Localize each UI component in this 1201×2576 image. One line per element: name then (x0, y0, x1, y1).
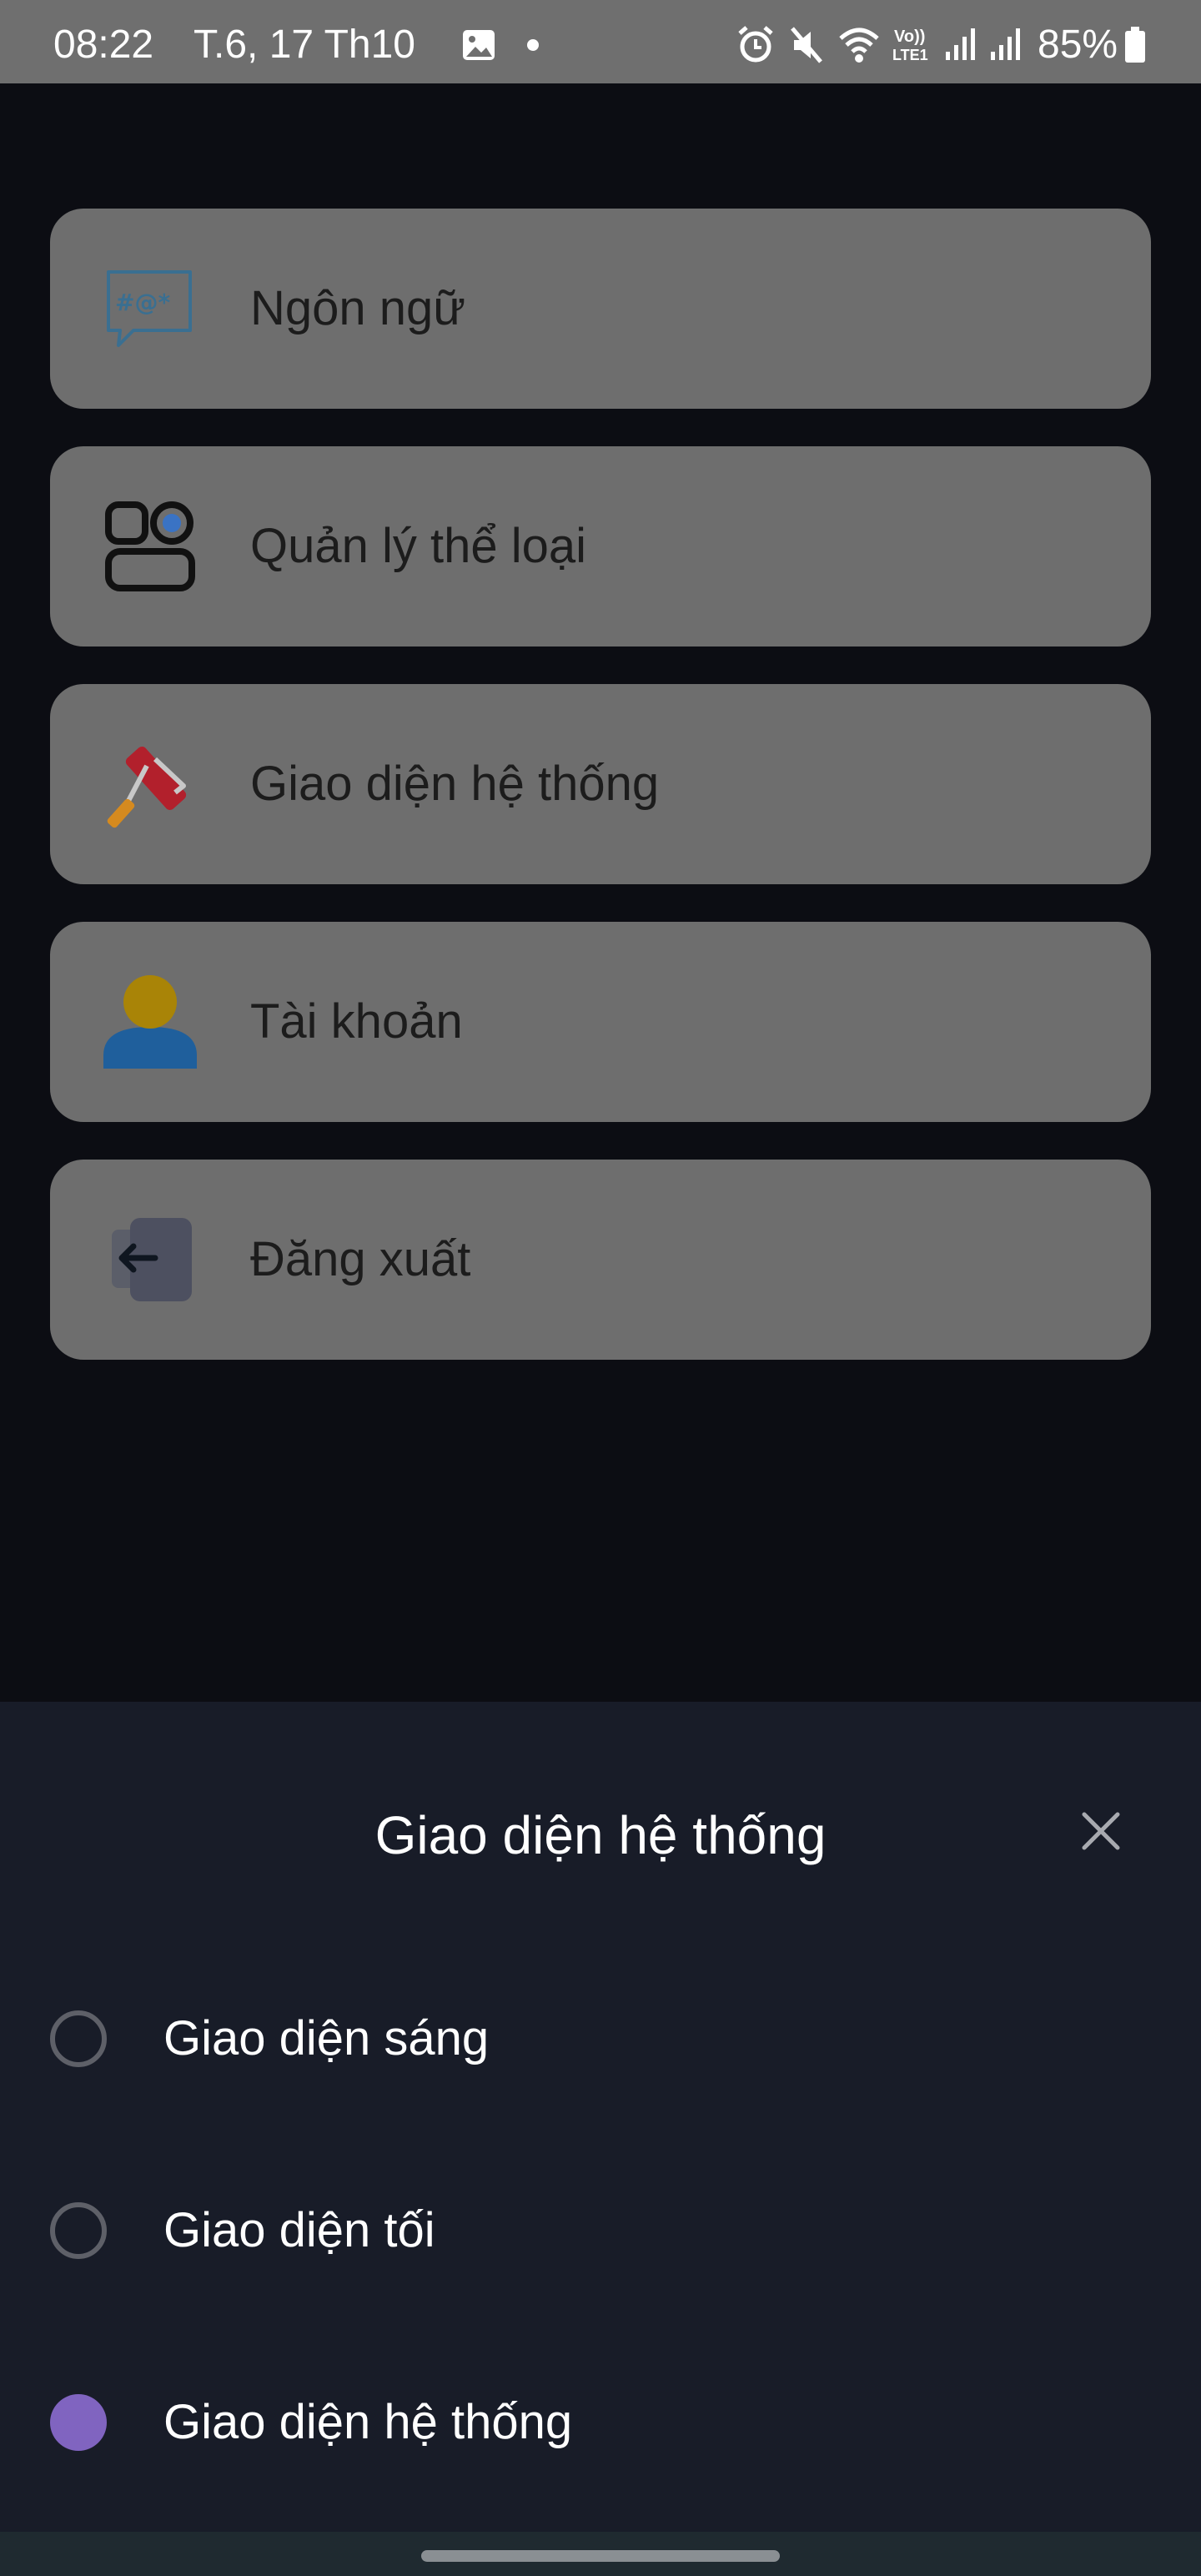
paint-roller-icon (107, 746, 187, 828)
volte-icon: Vo)) LTE1 (892, 28, 928, 63)
svg-text:#@*: #@* (115, 289, 170, 316)
option-label: Giao diện tối (163, 2203, 435, 2257)
menu-item-label: Giao diện hệ thống (250, 757, 660, 811)
language-chat-icon: #@* (107, 270, 192, 347)
dot-icon (527, 39, 539, 51)
theme-option-system[interactable]: Giao diện hệ thống (0, 2361, 1201, 2494)
svg-text:LTE1: LTE1 (892, 47, 928, 63)
theme-option-light[interactable]: Giao diện sáng (0, 1977, 1201, 2111)
menu-item-logout[interactable]: Đăng xuất (50, 1160, 1151, 1360)
option-label: Giao diện sáng (163, 2011, 490, 2065)
status-bar: 08:22 T.6, 17 Th10 Vo)) LTE1 85% (0, 0, 1201, 83)
gallery-icon (463, 30, 495, 60)
close-icon[interactable] (1076, 1806, 1126, 1856)
category-toggle-icon (105, 501, 195, 591)
logout-icon (112, 1218, 192, 1301)
alarm-icon (738, 26, 773, 63)
menu-item-theme[interactable]: Giao diện hệ thống (50, 684, 1151, 884)
battery-icon (1125, 27, 1145, 63)
option-label: Giao diện hệ thống (163, 2395, 573, 2449)
menu-item-category[interactable]: Quản lý thể loại (50, 446, 1151, 647)
wifi-icon (839, 28, 879, 63)
menu-item-account[interactable]: Tài khoản (50, 922, 1151, 1122)
svg-text:Vo)): Vo)) (894, 28, 925, 46)
signal-icon (991, 28, 1020, 60)
signal-icon (946, 28, 975, 60)
theme-bottom-sheet: Giao diện hệ thống Giao diện sáng Giao d… (0, 1702, 1201, 2532)
theme-option-dark[interactable]: Giao diện tối (0, 2169, 1201, 2302)
radio-button[interactable] (50, 2202, 107, 2259)
user-icon (103, 975, 197, 1069)
home-gesture-handle[interactable] (421, 2550, 780, 2562)
radio-button-selected[interactable] (50, 2394, 107, 2451)
settings-menu: #@* Ngôn ngữ Quản lý thể loại Giao diện … (50, 209, 1151, 1397)
menu-item-label: Tài khoản (250, 994, 463, 1049)
menu-item-label: Ngôn ngữ (250, 281, 466, 335)
status-date: T.6, 17 Th10 (193, 23, 415, 67)
menu-item-label: Quản lý thể loại (250, 519, 587, 573)
menu-item-label: Đăng xuất (250, 1232, 471, 1286)
battery-percent: 85% (1038, 23, 1118, 67)
status-time: 08:22 (53, 23, 154, 67)
menu-item-language[interactable]: #@* Ngôn ngữ (50, 209, 1151, 409)
sheet-title: Giao diện hệ thống (374, 1805, 827, 1865)
radio-button[interactable] (50, 2010, 107, 2067)
navigation-bar (0, 2532, 1201, 2576)
mute-icon (791, 27, 822, 63)
